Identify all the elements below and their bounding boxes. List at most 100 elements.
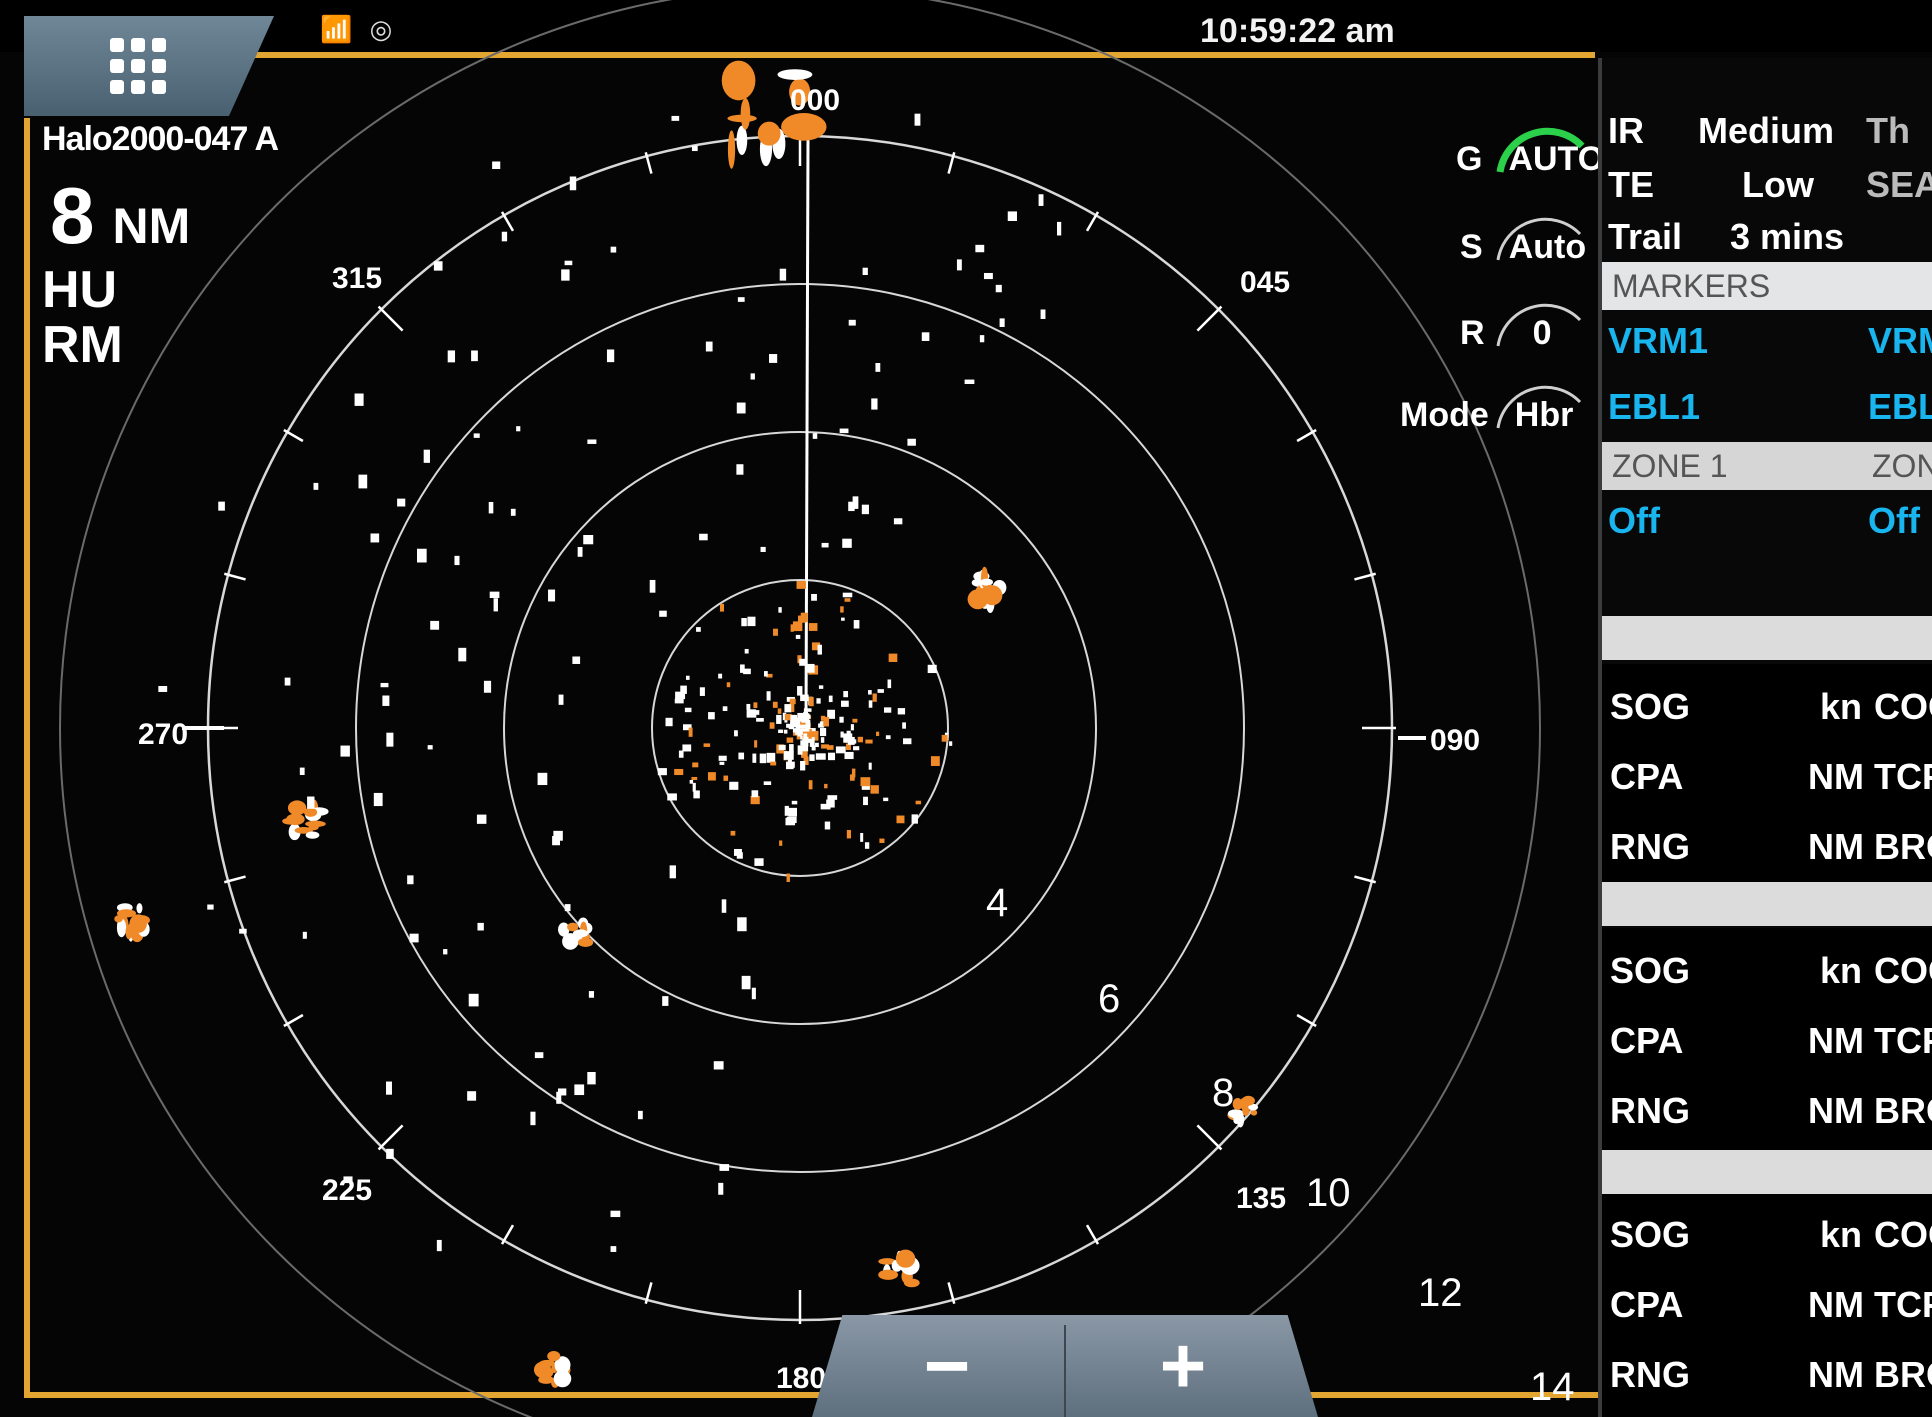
echo-blip: [430, 620, 440, 630]
echo-blip: [786, 873, 790, 882]
echo-blip: [436, 1239, 442, 1252]
echo-blip: [737, 917, 747, 932]
vrm1-button[interactable]: VRM1: [1608, 320, 1708, 362]
range-value: 8: [50, 171, 95, 260]
echo-blip: [815, 753, 826, 760]
echo-blip: [857, 736, 863, 743]
echo-blip: [887, 679, 892, 689]
zoom-out-button[interactable]: −: [832, 1315, 1062, 1417]
echo-blip: [875, 363, 881, 372]
motion-mode[interactable]: RM: [42, 315, 123, 375]
echo-blip: [313, 482, 319, 490]
target2-brg-label: BRG: [1874, 1090, 1932, 1131]
bearing-label-045: 045: [1240, 266, 1290, 299]
rain-value: 0: [1532, 314, 1552, 352]
echo-blip: [750, 795, 760, 805]
echo-blip: [885, 735, 891, 740]
setting-te[interactable]: TE Low SEA: [1608, 164, 1932, 206]
echo-blip: [797, 686, 803, 696]
echo-blip: [158, 685, 168, 692]
echo-blip: [821, 542, 829, 548]
echo-blip: [667, 793, 677, 801]
echo-blip: [373, 792, 383, 807]
echo-blip: [556, 1091, 562, 1104]
sea-value: Auto: [1508, 228, 1587, 266]
echo-blip: [370, 533, 380, 543]
echo-blip: [846, 829, 852, 839]
ebl2-button[interactable]: EBL2: [1868, 386, 1932, 428]
zoom-in-button[interactable]: +: [1068, 1315, 1298, 1417]
echo-blip: [718, 755, 727, 761]
echo-blip: [809, 754, 815, 761]
mode-control[interactable]: Mode Hbr: [1400, 385, 1582, 435]
echo-blip: [840, 731, 844, 738]
echo-blip: [358, 474, 368, 489]
echo-blip: [746, 703, 751, 710]
echo-blip: [433, 261, 443, 271]
target1-cog-label: COG: [1874, 686, 1932, 727]
echo-blip: [843, 691, 849, 698]
echo-blip: [682, 744, 692, 752]
radar-source-name[interactable]: Halo2000-047 A: [42, 120, 279, 159]
zone2-toggle[interactable]: Off: [1868, 500, 1920, 542]
echo-blip: [476, 814, 487, 824]
echo-blip: [657, 768, 667, 776]
echo-blip: [778, 607, 782, 613]
zone1-toggle[interactable]: Off: [1608, 500, 1660, 542]
target-block-3[interactable]: SOG kn COG CPA NM TCPA RNG NM BRG: [1602, 1194, 1932, 1417]
echo-blip: [587, 439, 597, 444]
echo-blip: [649, 579, 656, 593]
target-block-1[interactable]: SOG kn COG CPA NM TCPA RNG NM BRG: [1602, 664, 1932, 882]
echo-blip: [870, 785, 879, 794]
setting-ir[interactable]: IR Medium Th: [1608, 110, 1910, 152]
echo-blip: [827, 795, 838, 800]
echo-blip: [699, 687, 705, 696]
sea-control[interactable]: S Auto: [1460, 217, 1590, 267]
setting-te-value: Low: [1742, 164, 1814, 205]
setting-sea-label: SEA: [1866, 164, 1932, 205]
target1-rng-unit: NM: [1808, 826, 1864, 867]
echo-blip: [577, 547, 583, 557]
echo-blip: [574, 1084, 585, 1096]
target3-brg-label: BRG: [1874, 1354, 1932, 1395]
echo-blip: [239, 928, 247, 934]
echo-blip: [354, 393, 364, 406]
echo-cluster: [286, 813, 305, 826]
echo-blip: [741, 618, 747, 627]
echo-blip: [736, 402, 746, 414]
echo-blip: [659, 610, 667, 617]
echo-blip: [883, 797, 889, 802]
echo-blip: [789, 744, 794, 753]
orientation-mode[interactable]: HU: [42, 260, 117, 320]
ebl1-button[interactable]: EBL1: [1608, 386, 1700, 428]
echo-blip: [718, 1182, 724, 1195]
heading-line: [804, 139, 810, 729]
echo-cluster: [547, 1351, 561, 1362]
echo-cluster: [903, 1278, 920, 1288]
echo-blip: [930, 756, 940, 766]
echo-blip: [751, 790, 759, 798]
radar-info: Halo2000-047 A 8 NM HU RM: [42, 120, 279, 374]
echo-blip: [689, 779, 694, 784]
target3-sog-unit: kn: [1820, 1214, 1863, 1255]
echo-cluster: [757, 121, 781, 146]
setting-trail[interactable]: Trail 3 mins: [1608, 216, 1844, 258]
echo-blip: [903, 738, 912, 745]
zone1-header: ZONE 1: [1612, 448, 1728, 484]
vrm2-button[interactable]: VRM: [1868, 320, 1932, 362]
radar-ppi[interactable]: 000 045 090 135 180 225 270 315 4 6 8 10…: [0, 0, 1596, 1417]
echo-blip: [299, 767, 305, 776]
echo-blip: [752, 753, 757, 763]
echo-blip: [842, 592, 853, 598]
panel-separator-1: [1602, 616, 1932, 660]
rain-control[interactable]: R 0: [1460, 303, 1582, 353]
echo-blip: [884, 707, 892, 713]
target2-tcpa-label: TCPA: [1874, 1020, 1932, 1061]
gain-control[interactable]: G AUTO: [1456, 127, 1608, 179]
echo-blip: [552, 836, 560, 846]
echo-blip: [872, 693, 877, 702]
bearing-tick: [1196, 1124, 1223, 1151]
radar-screen: 📶 ◎ 10:59:22 am 000 045 090 135 180 225 …: [0, 0, 1932, 1417]
target-block-2[interactable]: SOG kn COG CPA NM TCPA RNG NM BRG: [1602, 928, 1932, 1150]
echo-blip: [588, 991, 595, 998]
